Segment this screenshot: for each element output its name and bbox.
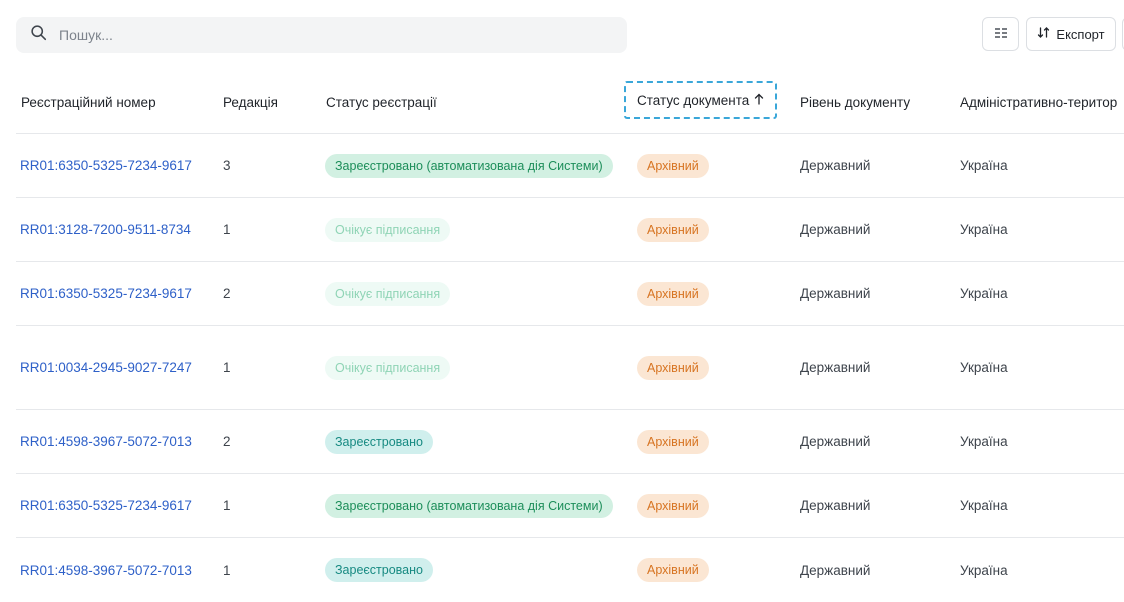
registration-number-link[interactable]: RR01:3128-7200-9511-8734 <box>20 222 191 237</box>
column-header-edition[interactable]: Редакція <box>223 70 278 134</box>
registration-status-badge: Зареєстровано <box>325 429 433 454</box>
table-header: Реєстраційний номер Редакція Статус реєс… <box>16 70 1124 134</box>
edition-value: 3 <box>223 158 231 173</box>
registration-number-link[interactable]: RR01:6350-5325-7234-9617 <box>20 158 192 173</box>
admin-territory-value: Україна <box>960 158 1008 173</box>
edition-value: 1 <box>223 222 231 237</box>
column-header-doc-status[interactable]: Статус документа <box>624 81 778 119</box>
document-level-value: Державний <box>800 286 871 301</box>
document-status-badge: Архівний <box>637 558 709 582</box>
document-level-value: Державний <box>800 222 871 237</box>
table-row[interactable]: RR01:6350-5325-7234-9617 1 Зареєстровано (… <box>16 474 1124 538</box>
registration-number-link[interactable]: RR01:4598-3967-5072-7013 <box>20 563 192 578</box>
search-box[interactable] <box>16 17 627 53</box>
registration-number-link[interactable]: RR01:4598-3967-5072-7013 <box>20 434 192 449</box>
table-row[interactable]: RR01:0034-2945-9027-7247 1 Очікує підписан… <box>16 326 1124 410</box>
search-input[interactable] <box>57 26 581 44</box>
table-row[interactable]: RR01:6350-5325-7234-9617 2 Очікує підписан… <box>16 262 1124 326</box>
columns-icon <box>994 27 1008 42</box>
document-status-badge: Архівний <box>637 493 709 518</box>
registration-number-link[interactable]: RR01:6350-5325-7234-9617 <box>20 498 192 513</box>
document-level-value: Державний <box>800 562 871 578</box>
column-header-number[interactable]: Реєстраційний номер <box>21 70 156 134</box>
admin-territory-value: Україна <box>960 562 1008 578</box>
admin-territory-value: Україна <box>960 360 1008 375</box>
registration-status-badge: Очікує підписання <box>325 217 451 242</box>
column-header-reg-status[interactable]: Статус реєстрації <box>326 70 437 134</box>
export-label: Експорт <box>1056 26 1105 42</box>
document-level-value: Державний <box>800 360 871 375</box>
columns-button[interactable] <box>982 17 1019 51</box>
table-row[interactable]: RR01:4598-3967-5072-7013 1 Зареєстровано Ар… <box>16 538 1124 602</box>
registration-status-badge: Очікує підписання <box>325 355 451 380</box>
admin-territory-value: Україна <box>960 498 1008 513</box>
document-status-badge: Архівний <box>637 429 709 454</box>
column-header-admin[interactable]: Адміністративно-територ <box>960 70 1117 134</box>
admin-territory-value: Україна <box>960 222 1008 237</box>
document-status-badge: Архівний <box>637 217 709 242</box>
registration-number-link[interactable]: RR01:6350-5325-7234-9617 <box>20 286 192 301</box>
document-level-value: Державний <box>800 158 871 173</box>
registration-status-badge: Зареєстровано (автоматизована дія Систем… <box>325 153 613 178</box>
registration-number-link[interactable]: RR01:0034-2945-9027-7247 <box>20 360 192 375</box>
registration-status-badge: Зареєстровано (автоматизована дія Систем… <box>325 493 613 518</box>
column-header-doc-status-label: Статус документа <box>637 92 750 108</box>
document-status-badge: Архівний <box>637 355 709 380</box>
document-status-badge: Архівний <box>637 153 709 178</box>
registration-status-badge: Очікує підписання <box>325 281 451 306</box>
admin-territory-value: Україна <box>960 434 1008 449</box>
admin-territory-value: Україна <box>960 286 1008 301</box>
table-row[interactable]: RR01:3128-7200-9511-8734 1 Очікує підписан… <box>16 198 1124 262</box>
arrow-up-icon <box>754 93 764 108</box>
edition-value: 1 <box>223 498 231 513</box>
document-level-value: Державний <box>800 434 871 449</box>
export-button[interactable]: Експорт <box>1026 17 1116 51</box>
sort-icon <box>1037 26 1050 42</box>
edition-value: 2 <box>223 434 231 449</box>
document-status-badge: Архівний <box>637 281 709 306</box>
column-header-level[interactable]: Рівень документу <box>800 70 910 134</box>
edition-value: 2 <box>223 286 231 301</box>
edition-value: 1 <box>223 562 231 578</box>
edition-value: 1 <box>223 360 231 375</box>
table-row[interactable]: RR01:6350-5325-7234-9617 3 Зареєстровано (… <box>16 134 1124 198</box>
registration-status-badge: Зареєстровано <box>325 558 433 582</box>
document-level-value: Державний <box>800 498 871 513</box>
search-icon <box>30 24 47 46</box>
table-row[interactable]: RR01:4598-3967-5072-7013 2 Зареєстровано Ар… <box>16 410 1124 474</box>
